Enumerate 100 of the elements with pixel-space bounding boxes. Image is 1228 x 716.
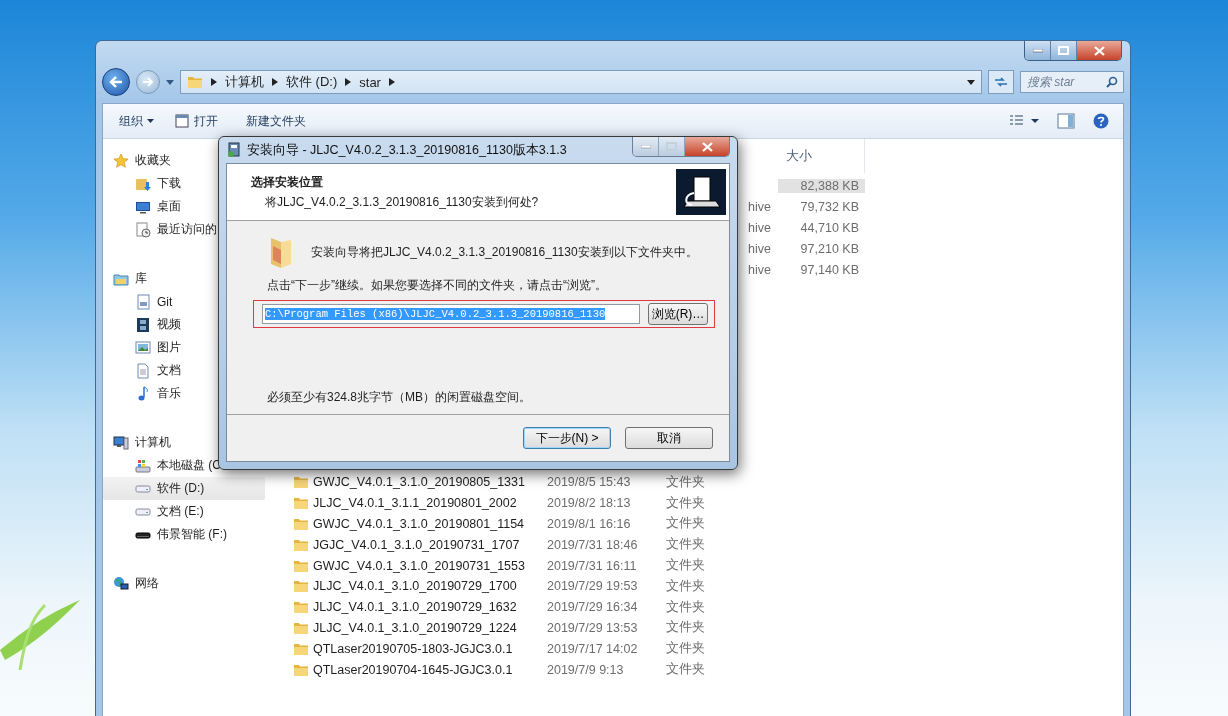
column-header[interactable]: 大小	[778, 139, 865, 173]
refresh-icon	[994, 76, 1008, 88]
caret-icon	[147, 119, 154, 123]
type-cell-text: 文件夹	[666, 473, 706, 491]
refresh-button[interactable]	[988, 70, 1014, 94]
type-cell-text: 文件夹	[666, 515, 706, 533]
file-name-cell[interactable]: JLJC_V4.0.1_3.1.0_20190729_1632	[283, 599, 547, 616]
breadcrumb-item[interactable]: 软件 (D:)	[286, 73, 338, 91]
chevron-icon[interactable]	[345, 78, 352, 86]
file-name-cell[interactable]: JLJC_V4.0.1_3.1.0_20190729_1224	[283, 619, 547, 636]
file-name: JLJC_V4.0.1_3.1.0_20190729_1632	[313, 600, 517, 615]
type-cell-text: 文件夹	[666, 661, 706, 679]
folder-icon	[293, 474, 309, 491]
maximize-button[interactable]	[1051, 41, 1077, 60]
minimize-icon	[1032, 48, 1043, 53]
dialog-title: 安装向导 - JLJC_V4.0.2_3.1.3_20190816_1130版本3.1.3	[247, 141, 567, 159]
document-icon	[135, 362, 151, 379]
group-label: 收藏夹	[135, 152, 171, 169]
maximize-icon	[666, 142, 677, 151]
item-label: 文档	[157, 362, 181, 379]
computer-install-icon	[676, 169, 726, 215]
picture-icon	[135, 339, 151, 356]
maximize-icon	[1058, 46, 1069, 55]
help-icon[interactable]	[1093, 113, 1109, 129]
sidebar-item[interactable]: 软件 (D:)	[103, 477, 265, 500]
toolbar-button[interactable]: 打开	[166, 109, 226, 133]
item-label: 下载	[157, 175, 181, 192]
breadcrumb-item[interactable]: star	[359, 74, 381, 90]
film-icon	[135, 316, 151, 333]
date-cell-text: 2019/7/31 18:46	[547, 537, 639, 552]
date-cell-text: 2019/8/2 18:13	[547, 496, 632, 511]
sidebar-item[interactable]: Git	[103, 290, 265, 313]
chevron-icon[interactable]	[272, 78, 278, 86]
item-label: 文档 (E:)	[157, 503, 204, 520]
toolbar-button[interactable]: 新建文件夹	[238, 109, 314, 133]
file-name: JGJC_V4.0.1_3.1.0_20190731_1707	[313, 537, 520, 552]
page-subheading: 将JLJC_V4.0.2_3.1.3_20190816_1130安装到何处?	[264, 193, 539, 211]
size-cell: 82,388 KB	[778, 179, 865, 194]
file-name: GWJC_V4.0.1_3.1.0_20190801_1154	[313, 516, 525, 531]
close-button[interactable]	[1077, 41, 1121, 60]
folder-icon	[293, 578, 309, 595]
back-button[interactable]	[102, 68, 130, 96]
type-cell-text: hive	[748, 200, 772, 215]
sidebar-item[interactable]: 图片	[103, 336, 265, 359]
dialog-button[interactable]: 下一步(N) >	[523, 427, 611, 449]
file-name-cell[interactable]: GWJC_V4.0.1_3.1.0_20190731_1553	[283, 557, 547, 574]
file-name-cell[interactable]: QTLaser20190705-1803-JGJC3.0.1	[283, 640, 547, 657]
folder-icon	[293, 599, 309, 616]
sidebar-item[interactable]: 视频	[103, 313, 265, 336]
type-cell-text: hive	[748, 221, 772, 235]
file-name-cell[interactable]: JGJC_V4.0.1_3.1.0_20190731_1707	[283, 536, 547, 553]
date-cell-text: 2019/7/29 19:53	[547, 579, 639, 594]
type-cell-text: 文件夹	[666, 598, 706, 616]
chevron-icon[interactable]	[211, 78, 217, 86]
network-globe-icon	[113, 575, 129, 592]
item-label: 软件 (D:)	[157, 480, 205, 497]
dropdown-caret-icon[interactable]	[967, 79, 975, 85]
file-name-cell[interactable]: QTLaser20190704-1645-JGJC3.0.1	[283, 661, 547, 678]
sidebar-item[interactable]: 伟景智能 (F:)	[103, 523, 265, 546]
sidebar-group[interactable]: 网络	[103, 572, 265, 595]
sidebar-item[interactable]: 文档	[103, 359, 265, 382]
sidebar-item[interactable]: 文档 (E:)	[103, 500, 265, 523]
file-name-cell[interactable]: JLJC_V4.0.1_3.1.1_20190801_2002	[283, 495, 547, 512]
type-cell-text: hive	[748, 241, 772, 256]
file-name: JLJC_V4.0.1_3.1.0_20190729_1224	[313, 620, 517, 635]
item-label: 伟景智能 (F:)	[157, 526, 227, 543]
forward-button[interactable]	[136, 70, 160, 94]
date-cell-text: 2019/7/17 14:02	[547, 641, 639, 656]
chevron-icon[interactable]	[388, 78, 395, 86]
sidebar-item[interactable]: 桌面	[103, 195, 265, 218]
search-field[interactable]: 搜索 star	[1020, 71, 1124, 93]
installer-icon	[226, 142, 242, 158]
file-name-cell[interactable]: GWJC_V4.0.1_3.1.0_20190801_1154	[283, 515, 547, 532]
dialog-button[interactable]: 取消	[625, 427, 713, 449]
date-cell-text: 2019/7/29 13:53	[547, 620, 639, 635]
close-button[interactable]	[685, 137, 729, 156]
history-caret-icon[interactable]	[166, 79, 174, 85]
recent-document-icon	[135, 221, 151, 238]
sidebar-group[interactable]: 库	[103, 267, 265, 290]
file-name: GWJC_V4.0.1_3.1.0_20190805_1331	[313, 475, 525, 490]
window-icon	[174, 113, 190, 129]
instruction-text: 点击“下一步”继续。如果您要选择不同的文件夹，请点击“浏览”。	[267, 277, 608, 294]
breadcrumb-item[interactable]: 计算机	[225, 73, 264, 91]
size-cell-text: 79,732 KB	[799, 200, 860, 215]
back-arrow-icon	[109, 76, 123, 88]
minimize-button[interactable]	[1025, 41, 1051, 60]
toolbar-button[interactable]: 组织	[111, 109, 162, 133]
file-name-cell[interactable]: GWJC_V4.0.1_3.1.0_20190805_1331	[283, 474, 547, 491]
sidebar-item[interactable]: 最近访问的	[103, 218, 265, 241]
forward-arrow-icon	[142, 77, 154, 87]
browse-button[interactable]: 浏览(R)…	[648, 303, 708, 325]
date-cell-text: 2019/7/9 9:13	[547, 662, 625, 677]
windows-drive-icon	[135, 457, 151, 474]
item-label: 桌面	[157, 198, 181, 215]
sidebar-group[interactable]: 计算机	[103, 431, 265, 454]
sidebar-item[interactable]: 音乐	[103, 382, 265, 405]
file-name-cell[interactable]: JLJC_V4.0.1_3.1.0_20190729_1700	[283, 578, 547, 595]
folder-icon	[293, 495, 309, 512]
address-bar[interactable]: 计算机 软件 (D:) star	[180, 70, 982, 94]
view-options-icon[interactable]	[1009, 114, 1039, 128]
